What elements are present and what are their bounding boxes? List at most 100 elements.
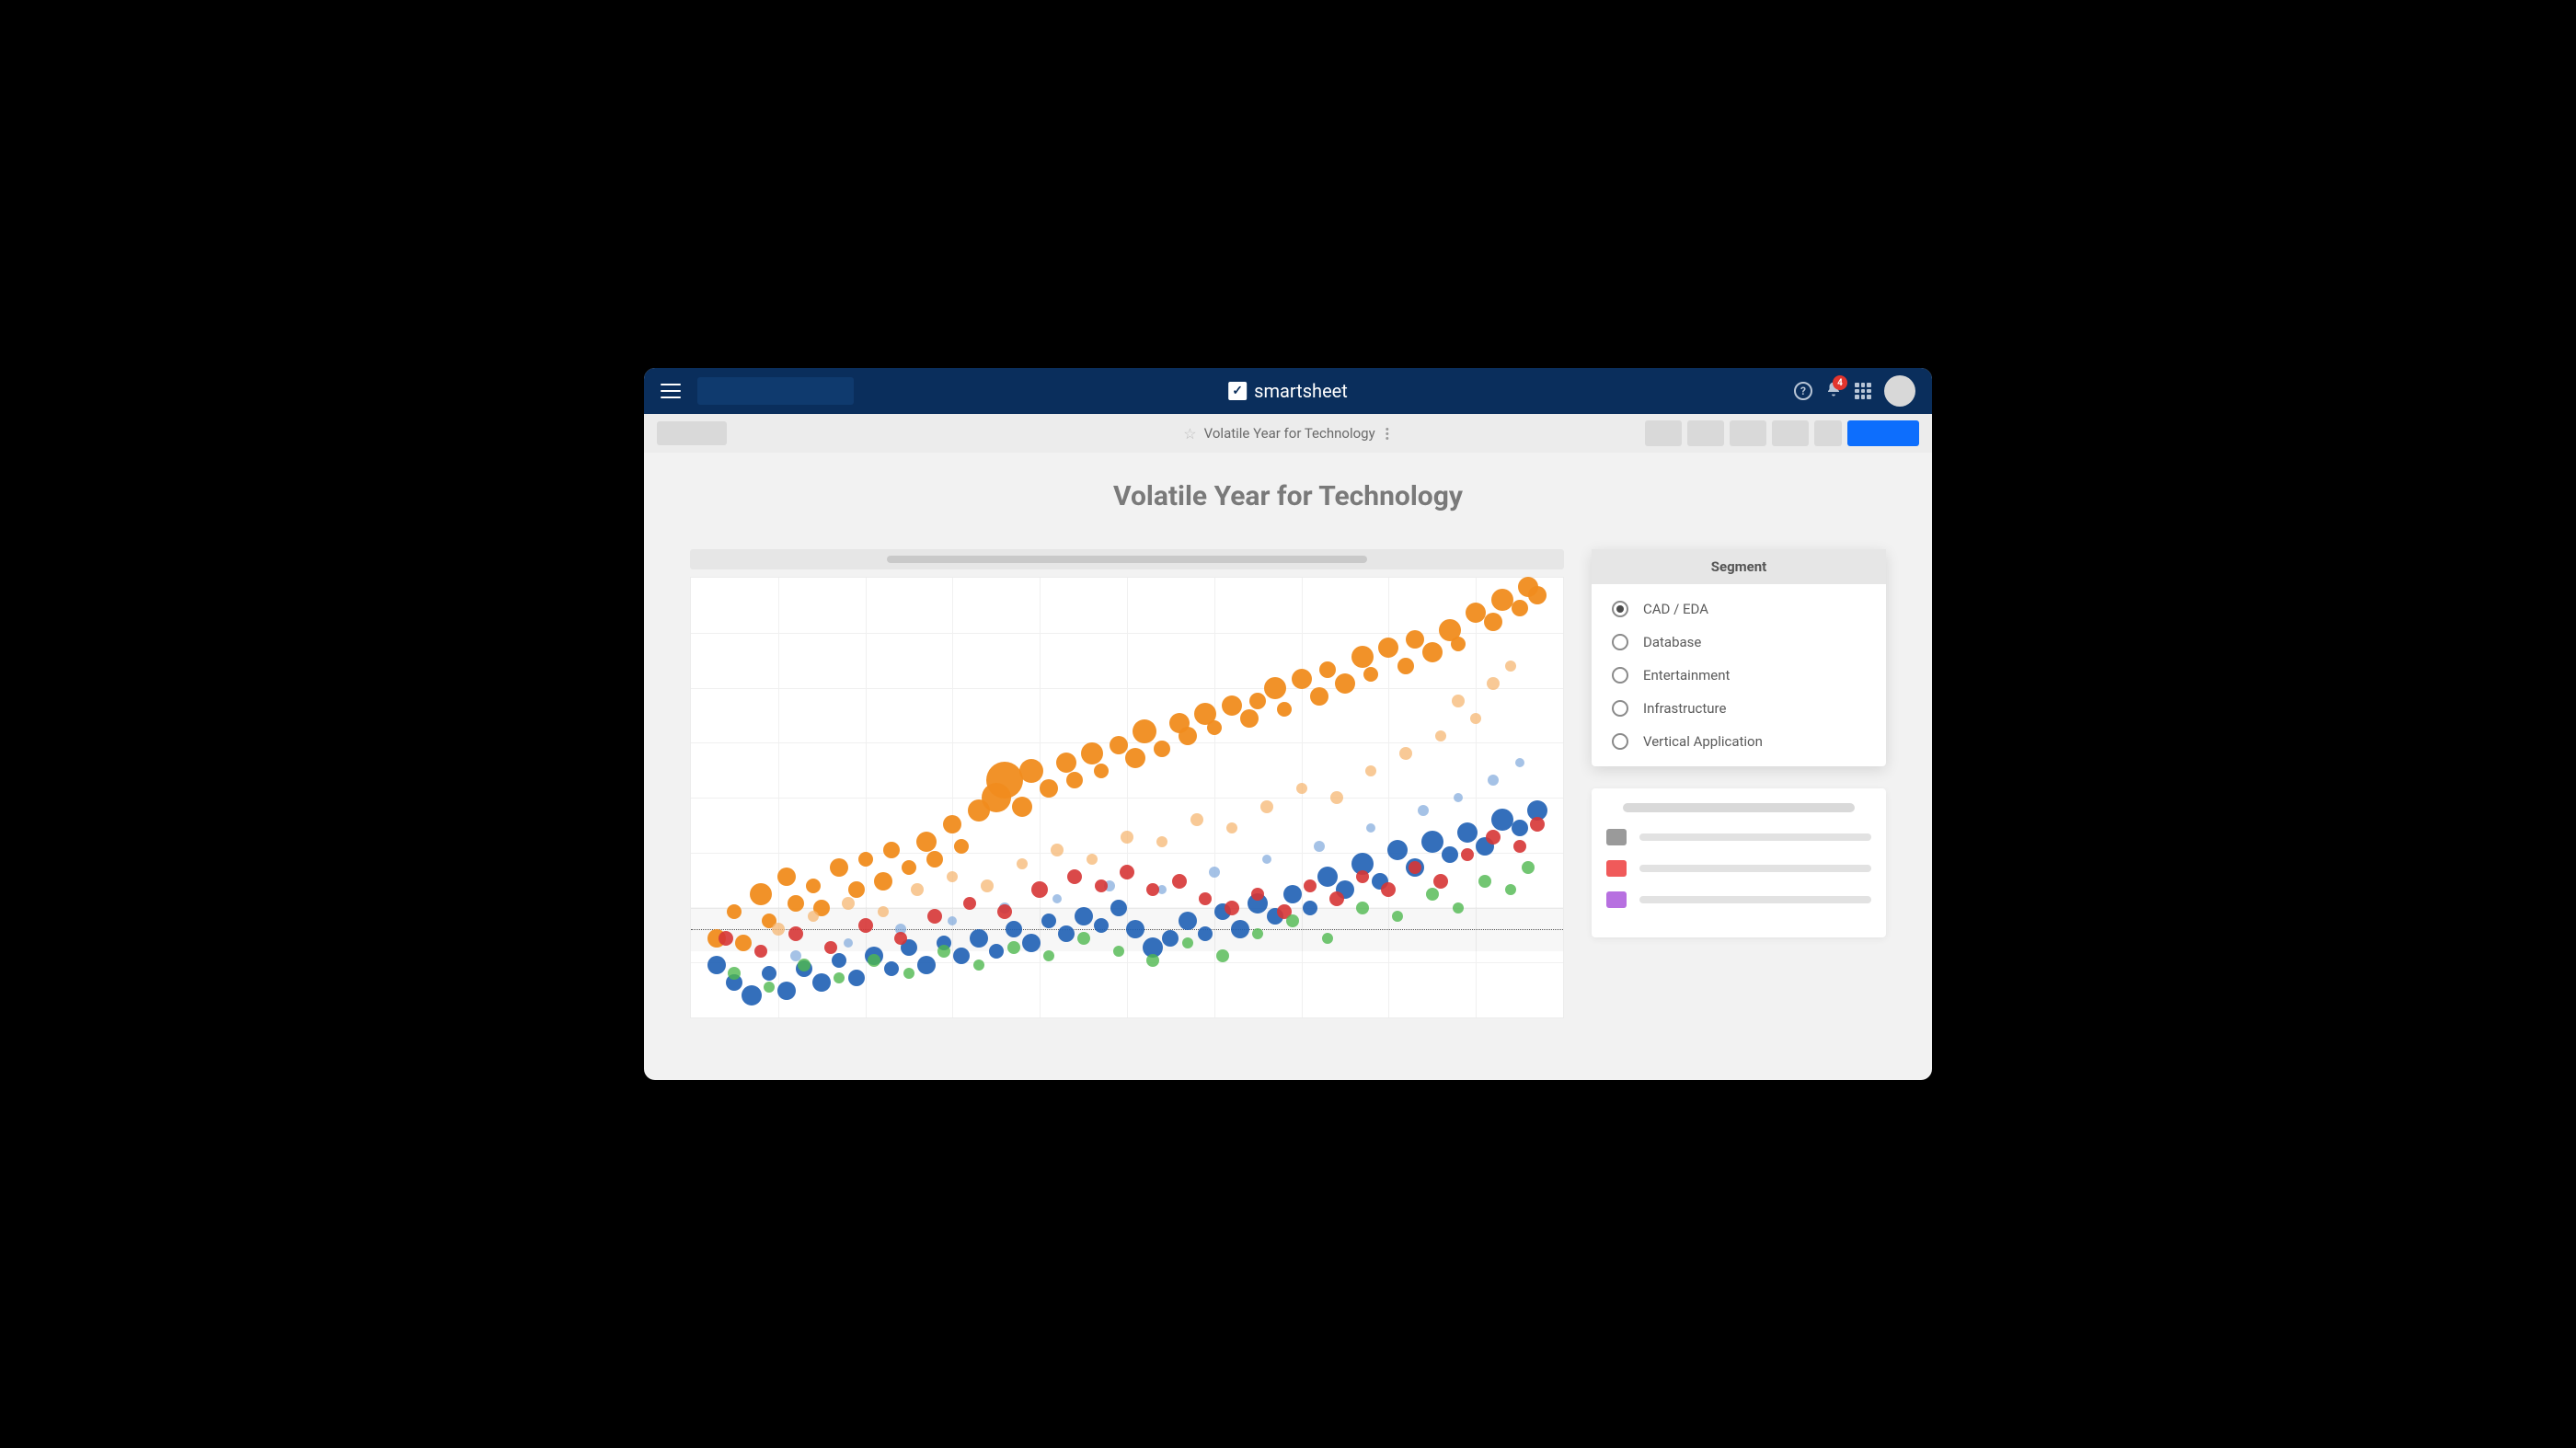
data-point[interactable] (777, 868, 796, 886)
data-point[interactable] (1113, 946, 1124, 957)
data-point[interactable] (858, 852, 873, 867)
data-point[interactable] (1484, 613, 1502, 631)
data-point[interactable] (1040, 779, 1058, 798)
data-point[interactable] (750, 883, 772, 905)
data-point[interactable] (883, 842, 900, 858)
segment-option-1[interactable]: Database (1612, 634, 1866, 650)
data-point[interactable] (1329, 891, 1344, 906)
data-point[interactable] (927, 909, 942, 924)
data-point[interactable] (1146, 954, 1159, 967)
data-point[interactable] (1126, 920, 1144, 938)
data-point[interactable] (1453, 902, 1464, 914)
help-icon[interactable]: ? (1794, 382, 1812, 400)
toolbar-button-4[interactable] (1772, 420, 1809, 446)
data-point[interactable] (772, 923, 785, 936)
data-point[interactable] (894, 932, 907, 945)
data-point[interactable] (948, 916, 957, 925)
data-point[interactable] (963, 897, 976, 910)
data-point[interactable] (1216, 949, 1229, 962)
data-point[interactable] (1513, 840, 1526, 853)
data-point[interactable] (1077, 932, 1090, 945)
data-point[interactable] (798, 959, 811, 971)
data-point[interactable] (1491, 809, 1513, 831)
data-point[interactable] (1486, 830, 1501, 845)
data-point[interactable] (1031, 881, 1048, 898)
data-point[interactable] (824, 941, 837, 954)
data-point[interactable] (1466, 603, 1486, 623)
data-point[interactable] (1012, 797, 1032, 817)
data-point[interactable] (947, 871, 958, 882)
data-point[interactable] (1442, 846, 1458, 863)
primary-action-button[interactable] (1847, 420, 1919, 446)
data-point[interactable] (806, 879, 821, 893)
data-point[interactable] (728, 967, 741, 980)
data-point[interactable] (903, 968, 914, 979)
data-point[interactable] (1075, 907, 1093, 925)
data-point[interactable] (1087, 854, 1098, 865)
data-point[interactable] (926, 851, 943, 868)
data-point[interactable] (986, 762, 1023, 799)
data-point[interactable] (848, 970, 865, 986)
data-point[interactable] (1365, 765, 1376, 776)
data-point[interactable] (764, 982, 775, 993)
data-point[interactable] (1277, 702, 1292, 717)
data-point[interactable] (1121, 831, 1133, 844)
data-point[interactable] (1110, 736, 1128, 754)
data-point[interactable] (1081, 742, 1103, 764)
data-point[interactable] (808, 911, 819, 922)
data-point[interactable] (1043, 950, 1054, 961)
data-point[interactable] (1007, 941, 1020, 954)
data-point[interactable] (1252, 928, 1263, 939)
segment-option-3[interactable]: Infrastructure (1612, 700, 1866, 717)
data-point[interactable] (1209, 867, 1220, 878)
data-point[interactable] (1066, 772, 1083, 788)
data-point[interactable] (911, 883, 924, 896)
data-point[interactable] (902, 860, 916, 875)
data-point[interactable] (1317, 867, 1338, 887)
data-point[interactable] (1146, 883, 1159, 896)
data-point[interactable] (830, 858, 848, 877)
data-point[interactable] (1356, 902, 1369, 914)
data-point[interactable] (1452, 695, 1465, 707)
data-point[interactable] (1491, 589, 1513, 611)
data-point[interactable] (1522, 861, 1535, 874)
data-point[interactable] (1319, 661, 1336, 678)
data-point[interactable] (812, 973, 831, 992)
data-point[interactable] (1154, 741, 1170, 757)
data-point[interactable] (1381, 882, 1396, 897)
data-point[interactable] (777, 982, 796, 1000)
data-point[interactable] (1470, 713, 1481, 724)
data-point[interactable] (1231, 920, 1249, 938)
notifications-button[interactable]: 4 (1825, 381, 1842, 401)
data-point[interactable] (707, 956, 726, 974)
data-point[interactable] (1335, 673, 1355, 694)
data-point[interactable] (1264, 677, 1286, 699)
data-point[interactable] (989, 944, 1004, 959)
data-point[interactable] (834, 972, 845, 983)
data-point[interactable] (1433, 874, 1448, 889)
segment-option-2[interactable]: Entertainment (1612, 667, 1866, 684)
data-point[interactable] (973, 960, 984, 971)
data-point[interactable] (1120, 865, 1134, 879)
data-point[interactable] (1406, 630, 1424, 649)
data-point[interactable] (1095, 879, 1108, 892)
data-point[interactable] (1133, 719, 1156, 743)
data-point[interactable] (1515, 758, 1524, 767)
data-point[interactable] (1286, 914, 1299, 927)
data-point[interactable] (1006, 921, 1022, 937)
segment-option-0[interactable]: CAD / EDA (1612, 601, 1866, 617)
data-point[interactable] (1056, 753, 1076, 773)
data-point[interactable] (1019, 759, 1043, 783)
data-point[interactable] (1392, 911, 1403, 922)
scatter-plot[interactable] (690, 577, 1564, 1018)
data-point[interactable] (1262, 855, 1271, 864)
data-point[interactable] (719, 931, 733, 946)
data-point[interactable] (832, 953, 846, 968)
data-point[interactable] (937, 945, 950, 958)
data-point[interactable] (1426, 888, 1439, 901)
data-point[interactable] (1505, 884, 1516, 895)
toolbar-button-3[interactable] (1730, 420, 1766, 446)
data-point[interactable] (788, 926, 803, 941)
search-input[interactable] (697, 377, 854, 405)
data-point[interactable] (1530, 817, 1545, 832)
